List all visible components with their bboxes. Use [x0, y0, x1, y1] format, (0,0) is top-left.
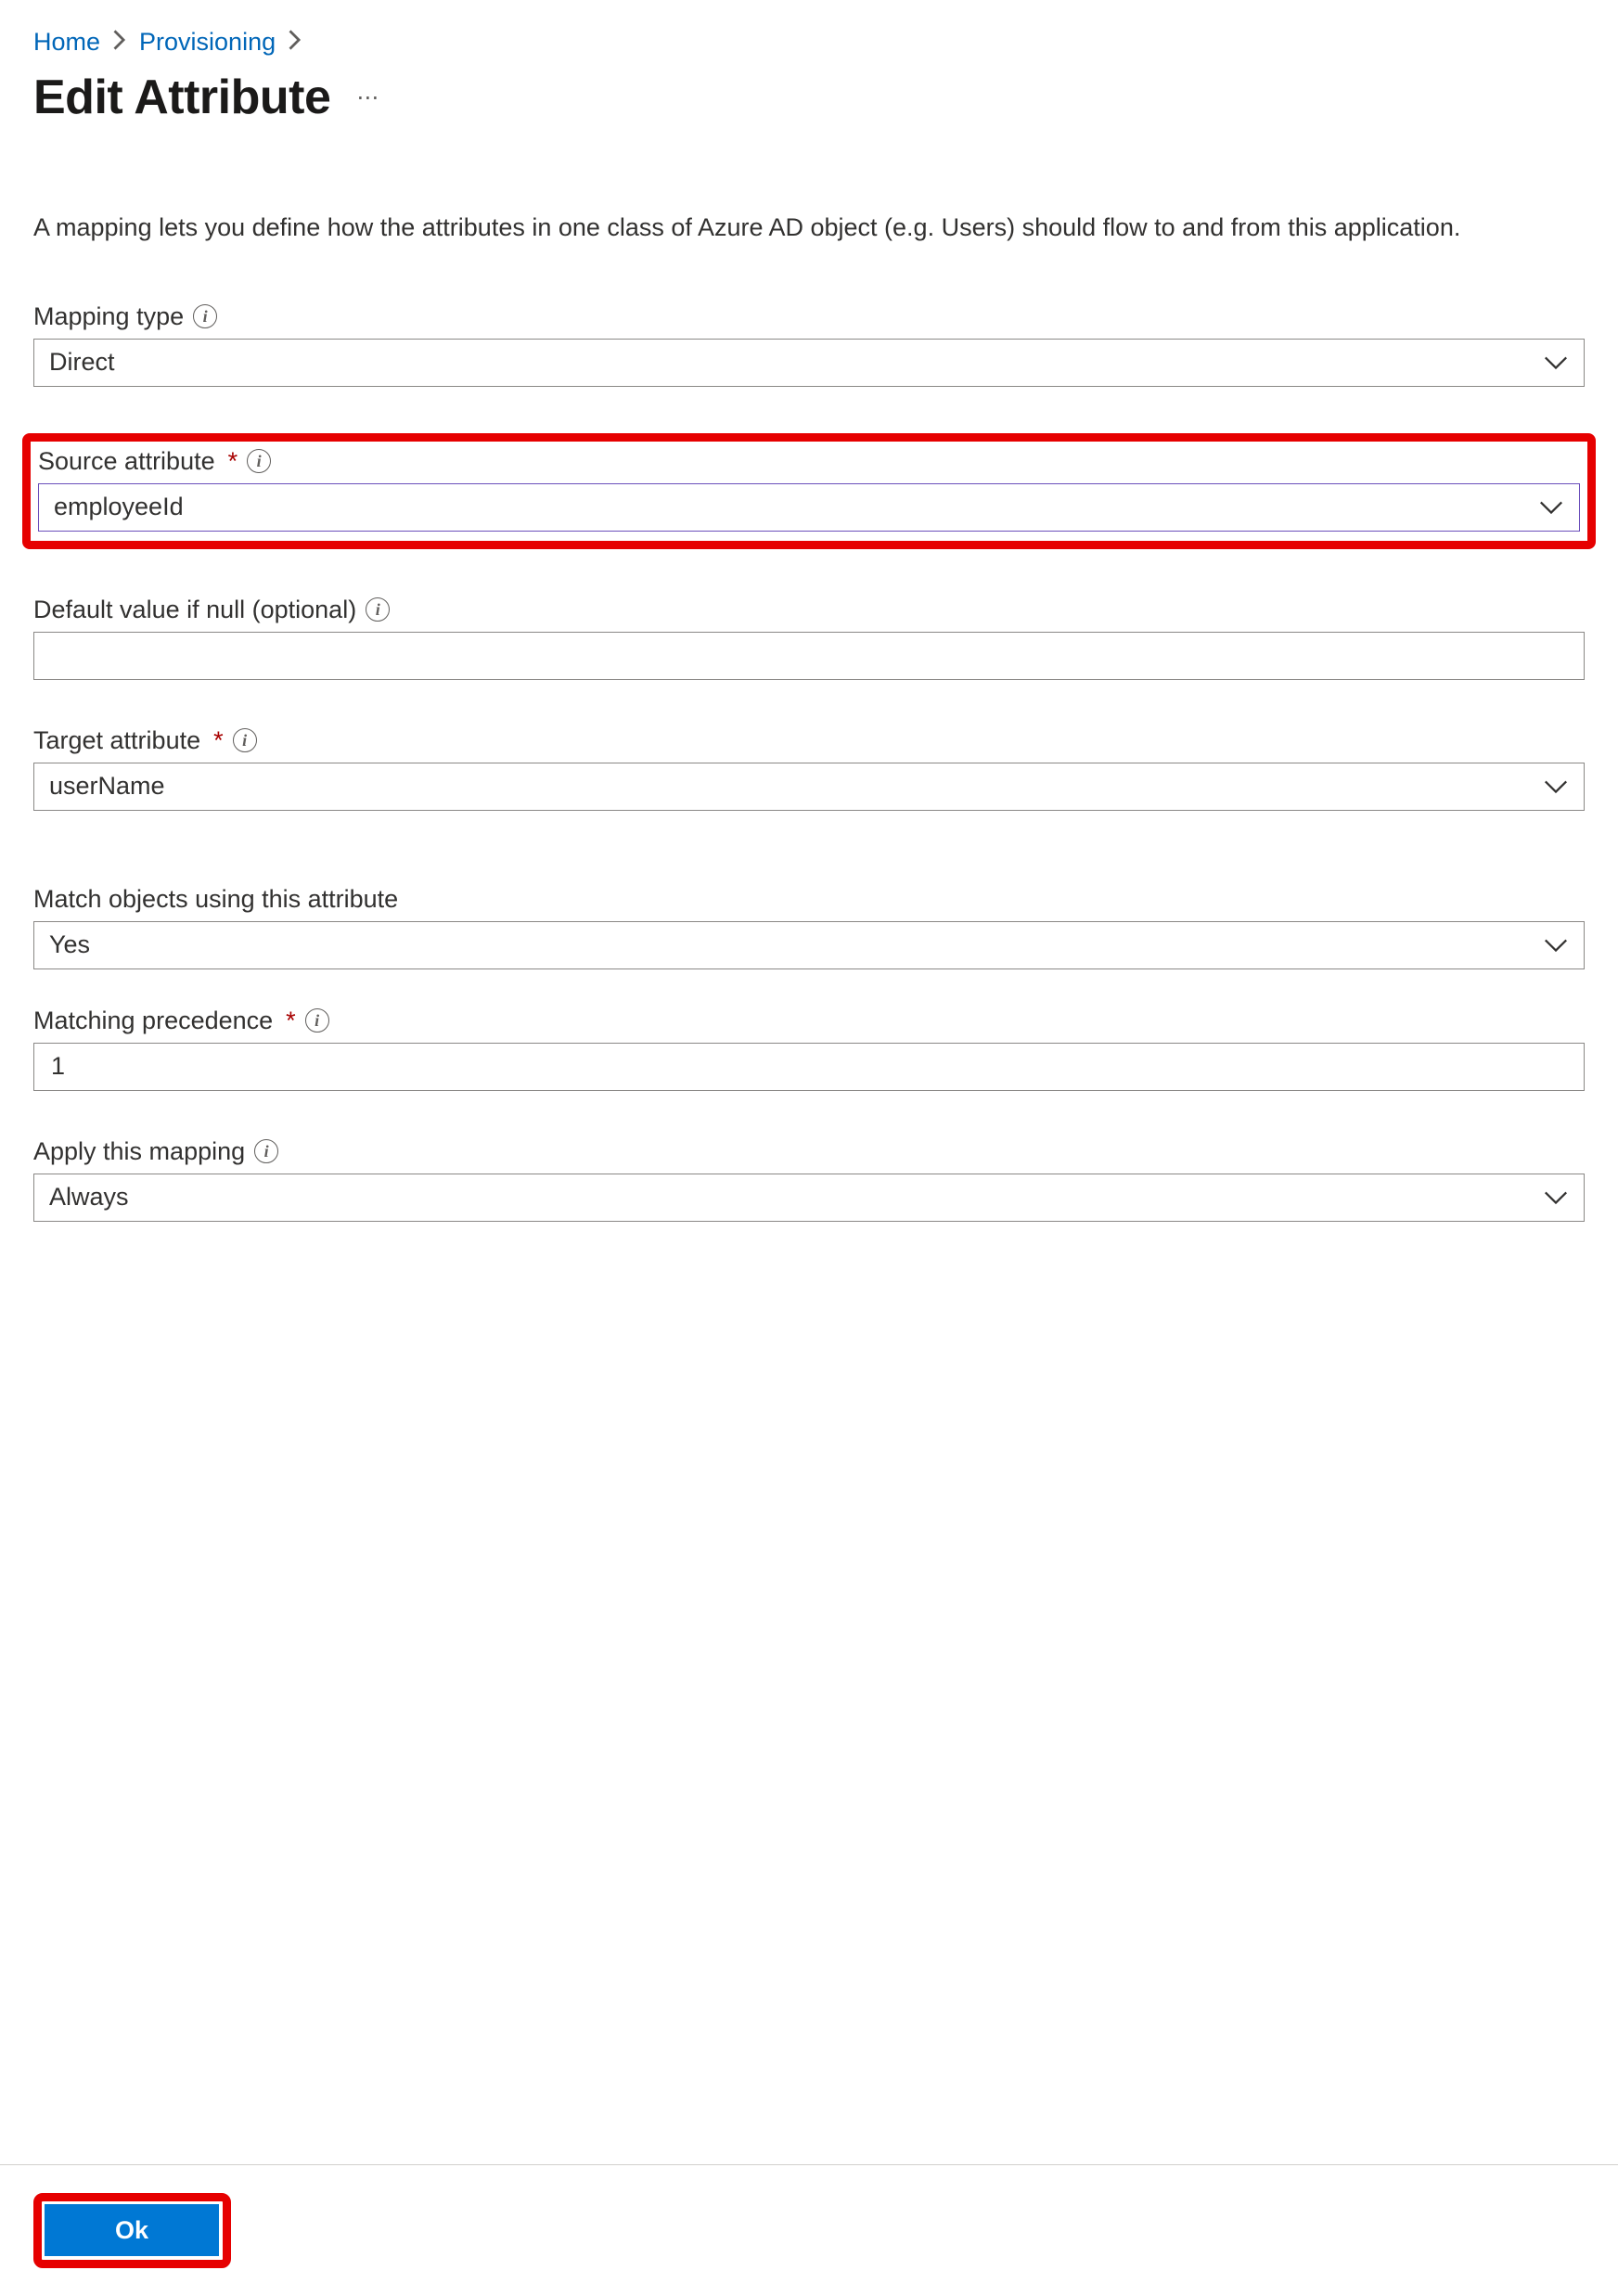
chevron-right-icon	[289, 30, 302, 56]
ok-button-highlight: Ok	[33, 2193, 231, 2268]
source-attribute-highlight: Source attribute * i employeeId	[22, 433, 1596, 549]
page-title: Edit Attribute	[33, 70, 330, 125]
matching-precedence-input-wrapper	[33, 1043, 1585, 1091]
default-value-label: Default value if null (optional)	[33, 596, 356, 624]
default-value-input[interactable]	[49, 640, 1569, 671]
chevron-down-icon	[1538, 499, 1564, 516]
chevron-down-icon	[1543, 1189, 1569, 1206]
apply-mapping-select[interactable]: Always	[33, 1174, 1585, 1222]
info-icon[interactable]: i	[254, 1139, 278, 1163]
source-attribute-select[interactable]: employeeId	[38, 483, 1580, 532]
info-icon[interactable]: i	[305, 1008, 329, 1033]
more-actions-button[interactable]: ⋯	[356, 84, 380, 111]
required-indicator: *	[286, 1007, 296, 1035]
source-attribute-label: Source attribute	[38, 447, 215, 476]
chevron-right-icon	[113, 30, 126, 56]
match-objects-select[interactable]: Yes	[33, 921, 1585, 969]
matching-precedence-input[interactable]	[49, 1051, 1569, 1082]
chevron-down-icon	[1543, 778, 1569, 795]
apply-mapping-value: Always	[49, 1183, 129, 1212]
breadcrumb-provisioning[interactable]: Provisioning	[139, 28, 276, 57]
chevron-down-icon	[1543, 937, 1569, 954]
mapping-type-value: Direct	[49, 348, 115, 377]
apply-mapping-label: Apply this mapping	[33, 1137, 245, 1166]
mapping-type-label: Mapping type	[33, 302, 184, 331]
match-objects-value: Yes	[49, 930, 90, 959]
footer: Ok	[0, 2164, 1618, 2296]
breadcrumb: Home Provisioning	[33, 28, 1585, 57]
target-attribute-value: userName	[49, 772, 165, 801]
matching-precedence-label: Matching precedence	[33, 1007, 273, 1035]
ok-button[interactable]: Ok	[45, 2204, 219, 2256]
match-objects-label: Match objects using this attribute	[33, 885, 398, 914]
info-icon[interactable]: i	[247, 449, 271, 473]
chevron-down-icon	[1543, 354, 1569, 371]
target-attribute-select[interactable]: userName	[33, 763, 1585, 811]
info-icon[interactable]: i	[366, 597, 390, 622]
default-value-input-wrapper	[33, 632, 1585, 680]
info-icon[interactable]: i	[233, 728, 257, 752]
required-indicator: *	[228, 447, 238, 476]
page-description: A mapping lets you define how the attrib…	[33, 209, 1585, 247]
info-icon[interactable]: i	[193, 304, 217, 328]
source-attribute-value: employeeId	[54, 493, 184, 521]
target-attribute-label: Target attribute	[33, 726, 200, 755]
mapping-type-select[interactable]: Direct	[33, 339, 1585, 387]
required-indicator: *	[213, 726, 224, 755]
breadcrumb-home[interactable]: Home	[33, 28, 100, 57]
